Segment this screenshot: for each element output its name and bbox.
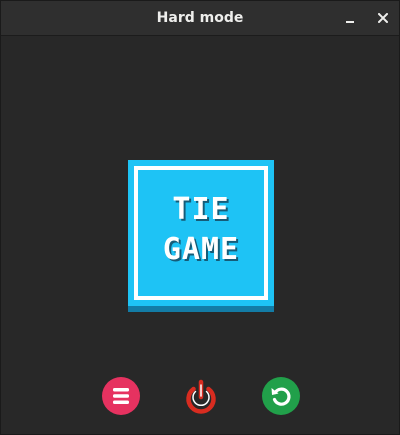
quit-button[interactable] (182, 377, 220, 415)
minimize-button[interactable] (340, 8, 360, 28)
menu-button[interactable] (102, 377, 140, 415)
app-window: Hard mode TIE GAME (0, 0, 400, 435)
hamburger-menu-icon (113, 388, 129, 404)
title-bar[interactable]: Hard mode (1, 1, 399, 36)
minimize-icon (346, 21, 354, 23)
restart-button[interactable] (262, 377, 300, 415)
restart-icon (271, 387, 291, 406)
result-text-line-2: GAME (162, 232, 240, 267)
close-icon (378, 13, 388, 23)
result-text-line-1: TIE (172, 192, 230, 227)
power-icon (186, 379, 216, 414)
close-button[interactable] (373, 8, 393, 28)
board-face: TIE GAME (128, 160, 274, 306)
game-result-board: TIE GAME (128, 160, 274, 312)
